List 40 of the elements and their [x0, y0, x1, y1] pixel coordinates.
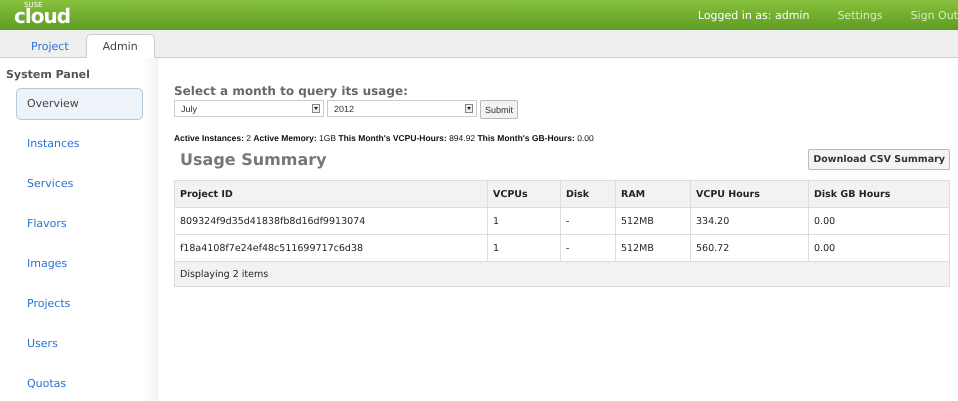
- table-cell: 0.00: [808, 208, 949, 234]
- sidebar-item[interactable]: Projects: [16, 288, 143, 320]
- table-cell: 560.72: [690, 235, 808, 261]
- column-header: RAM: [615, 181, 690, 207]
- table-cell: -: [560, 208, 615, 234]
- dropdown-arrow-icon: [312, 104, 320, 113]
- table-cell: 512MB: [615, 235, 690, 261]
- query-heading: Select a month to query its usage:: [174, 84, 409, 98]
- download-button[interactable]: Download CSV Summary: [808, 149, 950, 170]
- sidebar-title: System Panel: [5, 68, 91, 81]
- sidebar-item[interactable]: Users: [16, 328, 143, 360]
- table-cell: 1: [487, 208, 560, 234]
- logged-in-user: Logged in as: admin: [698, 8, 810, 22]
- column-header: Disk GB Hours: [808, 181, 949, 207]
- sidebar-item[interactable]: Images: [16, 248, 143, 280]
- sidebar-item[interactable]: Services: [16, 168, 143, 200]
- sidebar-item[interactable]: Flavors: [16, 208, 143, 240]
- table-cell: -: [560, 235, 615, 261]
- column-header: Project ID: [179, 188, 234, 202]
- table-cell-text: f18a4108f7e24ef48c511699717c6d38: [179, 242, 364, 256]
- column-header: VCPU Hours: [690, 181, 808, 207]
- table-cell: 0.00: [808, 235, 949, 261]
- section-title: Usage Summary: [180, 150, 327, 169]
- tab[interactable]: Project: [14, 34, 86, 58]
- table-cell: 1: [487, 235, 560, 261]
- sidebar-item[interactable]: Overview: [16, 88, 143, 120]
- dropdown-arrow-icon: [465, 104, 473, 113]
- sidebar-item[interactable]: Instances: [16, 128, 143, 160]
- sidebar-item[interactable]: Quotas: [16, 368, 143, 400]
- month-select[interactable]: July: [174, 100, 324, 117]
- column-header: Disk: [560, 181, 615, 207]
- table-cell: 334.20: [690, 208, 808, 234]
- year-select[interactable]: 2012: [327, 100, 477, 117]
- table-footer: Displaying 2 items: [175, 262, 949, 286]
- tab[interactable]: Admin: [86, 34, 155, 58]
- table-cell-text: 809324f9d35d41838fb8d16df9913074: [179, 214, 366, 228]
- usage-stats: Active Instances: 2 Active Memory: 1GB This Month's VCPU-Hours: 894.92 This Month's GB-Hours: 0.00: [174, 133, 595, 143]
- submit-button[interactable]: Submit: [480, 100, 518, 119]
- table-cell: 512MB: [615, 208, 690, 234]
- column-header: VCPUs: [487, 181, 560, 207]
